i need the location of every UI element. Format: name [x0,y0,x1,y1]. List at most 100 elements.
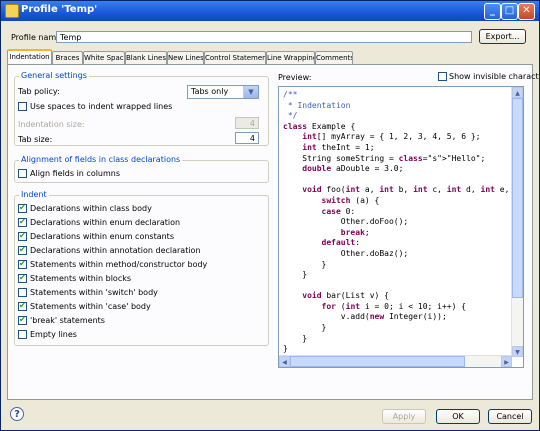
indent-option-label: Empty lines [30,330,77,339]
preview-label: Preview: [278,73,312,82]
tab-comments[interactable]: Comments [315,51,353,64]
tab-control-statements[interactable]: Control Statements [204,51,266,64]
group-title: Alignment of fields in class declaration… [19,155,183,164]
code-line: void bar(List v) { [302,291,389,301]
tab-white-space[interactable]: White Space [83,51,125,64]
cancel-button[interactable]: Cancel [488,409,532,424]
tab-policy-label: Tab policy: [18,87,60,96]
group-title: Indent [19,190,49,199]
indent-group: Indent Declarations within class body Dec… [14,190,269,346]
indent-option-label: Declarations within class body [30,204,152,213]
tab-panel: General settings Tab policy: Tabs only ▼… [7,64,539,400]
maximize-icon: □ [504,5,515,16]
tab-policy-select[interactable]: Tabs only ▼ [187,85,259,99]
minimize-icon: _ [490,5,495,16]
spaces-wrapped-checkbox[interactable] [18,102,27,111]
app-icon [5,4,19,18]
chevron-down-icon[interactable]: ▼ [243,86,258,98]
code-line: int[] myArray = { 1, 2, 3, 4, 5, 6 }; [302,132,481,142]
align-fields-checkbox[interactable] [18,169,27,178]
indentation-size-input[interactable]: 4 [235,117,259,129]
indent-checkbox[interactable] [18,288,27,297]
horizontal-scroll-thumb[interactable] [290,356,465,367]
title-bar[interactable]: Profile 'Temp' _ □ ✕ [1,1,539,21]
indent-option-label: Statements within blocks [30,274,132,283]
group-title: General settings [19,71,89,80]
scroll-left-icon[interactable]: ◀ [279,356,290,367]
code-line: } [283,333,308,343]
profile-dialog: Profile 'Temp' _ □ ✕ Profile name: Temp … [0,0,540,431]
code-line: default: [321,238,361,248]
tab-size-label: Tab size: [18,135,53,144]
close-icon: ✕ [522,5,531,16]
show-invisible-checkbox[interactable] [438,72,447,81]
tab-indentation[interactable]: Indentation [7,49,52,64]
indent-checkbox[interactable] [18,231,27,241]
scroll-right-icon[interactable]: ▶ [501,356,512,367]
indent-option-label: Statements within method/constructor bod… [30,260,208,269]
code-line: void foo(int a, int b, int c, int d, int… [302,185,510,195]
indent-checkbox[interactable] [18,203,27,213]
indent-checkbox[interactable] [18,330,27,339]
code-line: } [283,323,327,333]
indent-option-label: 'break' statements [30,316,105,325]
window-title: Profile 'Temp' [21,4,98,15]
code-line: case 0: [321,206,356,216]
code-line: Other.doFoo(); [283,217,409,227]
scroll-up-icon[interactable]: ▲ [512,87,523,98]
code-line: class Example { [283,121,356,131]
code-line: * Indentation [283,100,351,110]
indentation-size-label: Indentation size: [18,120,85,129]
ok-button[interactable]: OK [436,409,480,424]
indent-checkbox[interactable] [18,217,27,227]
code-line: switch (a) { [321,195,380,205]
indent-option-label: Declarations within enum declaration [30,218,181,227]
code-text: /** * Indentation */class Example { int[… [283,90,511,367]
code-line: } [283,344,288,354]
tab-braces[interactable]: Braces [52,51,83,64]
export-button[interactable]: Export... [479,29,526,44]
close-button[interactable]: ✕ [518,3,535,20]
align-fields-label: Align fields in columns [30,169,121,178]
code-line: */ [283,111,298,121]
code-line: /** [283,90,298,99]
tab-new-lines[interactable]: New Lines [167,51,204,64]
scroll-down-icon[interactable]: ▼ [512,346,523,357]
code-line: double aDouble = 3.0; [302,164,404,174]
tab-line-wrapping[interactable]: Line Wrapping [266,51,315,64]
indent-option-label: Statements within 'switch' body [30,288,158,297]
tab-policy-value: Tabs only [191,87,229,96]
profile-name-input[interactable]: Temp [56,31,472,43]
indent-option-label: Declarations within annotation declarati… [30,246,201,255]
code-line: int theInt = 1; [302,142,375,152]
code-preview[interactable]: /** * Indentation */class Example { int[… [278,86,524,368]
maximize-button[interactable]: □ [501,3,518,20]
apply-button[interactable]: Apply [382,409,426,424]
code-line: Other.doBaz(); [283,248,409,258]
minimize-button[interactable]: _ [484,3,501,20]
indent-checkbox[interactable] [18,315,27,325]
vertical-scroll-thumb[interactable] [512,98,523,298]
code-line: break; [340,227,370,237]
indent-checkbox[interactable] [18,273,27,283]
spaces-wrapped-label: Use spaces to indent wrapped lines [30,102,173,111]
code-line: for (int i = 0; i < 10; i++) { [321,301,467,311]
indent-checkbox[interactable] [18,301,27,311]
tab-blank-lines[interactable]: Blank Lines [125,51,167,64]
code-line: } [283,259,327,269]
indent-checkbox[interactable] [18,259,27,269]
indent-checkbox[interactable] [18,245,27,255]
indent-option-label: Statements within 'case' body [30,302,151,311]
horizontal-scrollbar[interactable]: ◀ ▶ [279,355,512,367]
tab-size-input[interactable]: 4 [235,132,259,144]
code-line: v.add(new Integer(i)); [283,312,447,322]
show-invisible-label: Show invisible characters [449,72,539,81]
code-line: String someString = class="s">"Hello"; [283,153,486,163]
code-line: } [283,270,308,280]
alignment-group: Alignment of fields in class declaration… [14,155,269,183]
vertical-scrollbar[interactable]: ▲ ▼ [511,87,523,357]
help-icon[interactable]: ? [10,407,24,421]
general-settings-group: General settings Tab policy: Tabs only ▼… [14,71,269,146]
